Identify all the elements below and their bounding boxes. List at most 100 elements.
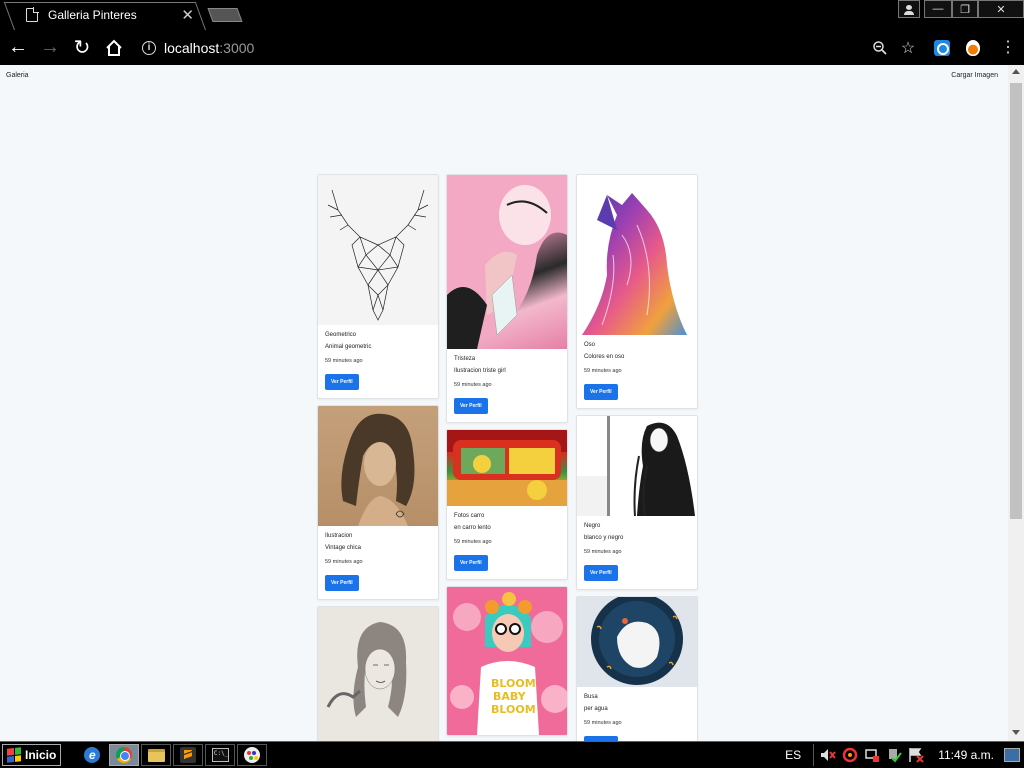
card-title: Geometrico (325, 332, 357, 338)
card-description: Vintage chica (325, 545, 361, 551)
window-controls: — ❐ ✕ (924, 0, 1024, 18)
browser-tabbar: Galleria Pinteres ✕ — ❐ ✕ (0, 0, 1024, 30)
card-timestamp: 59 minutes ago (454, 382, 492, 388)
maximize-button[interactable]: ❐ (952, 0, 978, 18)
action-center-flag-icon[interactable] (908, 747, 924, 763)
card-timestamp: 59 minutes ago (454, 539, 492, 545)
nav-link-cargar-imagen[interactable]: Cargar Imagen (951, 72, 998, 79)
card-description: en carro lento (454, 525, 491, 531)
close-window-button[interactable]: ✕ (978, 0, 1024, 18)
volume-muted-icon[interactable] (820, 747, 836, 763)
start-label: Inicio (25, 748, 57, 762)
paint-icon (244, 747, 261, 763)
antivirus-icon[interactable] (842, 747, 858, 763)
forward-arrow-icon[interactable]: → (36, 34, 64, 62)
svg-text:BLOOM: BLOOM (491, 703, 536, 716)
taskbar-clock[interactable]: 11:49 a.m. (938, 748, 994, 762)
tab-title: Galleria Pinteres (48, 8, 137, 22)
page-icon (26, 7, 39, 22)
ver-perfil-button[interactable]: Ver Perfil (584, 384, 618, 400)
pencil-sketch-woman-image[interactable] (318, 607, 438, 741)
browser-toolbar: ← → ↻ i localhost:3000 ☆ ⋮ (0, 30, 1024, 65)
card-description: Animal geometric (325, 344, 372, 350)
ver-perfil-button[interactable]: Ver Perfil (325, 575, 359, 591)
card-title: Tristeza (454, 356, 476, 362)
simpsons-car-image[interactable] (447, 430, 567, 506)
zoom-icon[interactable] (868, 36, 892, 60)
card-title: Negro (584, 523, 601, 529)
home-icon[interactable] (100, 34, 128, 62)
card-description: blanco y negro (584, 535, 624, 541)
svg-text:BLOOM: BLOOM (491, 677, 536, 690)
chrome-taskbar-button[interactable] (109, 744, 140, 766)
card-timestamp: 59 minutes ago (584, 720, 622, 726)
ver-perfil-button[interactable]: Ver Perfil (584, 565, 618, 581)
new-tab-button[interactable] (207, 8, 243, 22)
colorful-wolf-image[interactable] (577, 175, 697, 335)
show-desktop-button[interactable] (1004, 748, 1020, 762)
explorer-taskbar-button[interactable] (141, 744, 172, 766)
internet-explorer-icon: e (84, 747, 101, 763)
ver-perfil-button[interactable]: Ver Perfil (325, 374, 359, 390)
card-title: Fotos carro (454, 513, 485, 519)
card-timestamp: 59 minutes ago (325, 358, 363, 364)
bloom-baby-bloom-image[interactable]: BLOOM BABY BLOOM (447, 587, 567, 735)
gallery-card: Busa per agua 59 minutes ago Ver Perfil (576, 596, 698, 741)
info-icon[interactable]: i (142, 40, 156, 55)
os-taskbar: Inicio e C:\_ ES 11:49 a.m. (0, 741, 1024, 768)
gallery-card: Ilustracion Vintage chica 59 minutes ago… (317, 405, 439, 600)
windows-logo-icon (7, 747, 21, 763)
reload-icon[interactable]: ↻ (68, 34, 96, 62)
page-scrollbar[interactable] (1008, 65, 1024, 741)
gallery-card (317, 606, 439, 741)
chrome-icon (116, 747, 133, 763)
svg-text:BABY: BABY (493, 690, 527, 703)
safely-remove-icon[interactable] (886, 747, 902, 763)
card-title: Ilustracion (325, 533, 353, 539)
gallery-card: BLOOM BABY BLOOM (446, 586, 568, 736)
minimize-button[interactable]: — (924, 0, 952, 18)
network-alert-icon[interactable] (864, 747, 880, 763)
menu-icon[interactable]: ⋮ (1000, 39, 1016, 56)
gallery-card: Oso Colores en oso 59 minutes ago Ver Pe… (576, 174, 698, 409)
scroll-thumb[interactable] (1010, 83, 1022, 519)
internet-explorer-launcher[interactable]: e (77, 744, 107, 766)
browser-tab-content[interactable]: Galleria Pinteres ✕ (22, 2, 202, 28)
scroll-up-arrow-icon[interactable] (1012, 69, 1020, 74)
tab-close-icon[interactable]: ✕ (181, 6, 194, 24)
girl-hair-portrait-image[interactable] (318, 406, 438, 526)
gallery-card: Geometrico Animal geometric 59 minutes a… (317, 174, 439, 399)
ver-perfil-button[interactable]: Ver Perfil (454, 398, 488, 414)
page-viewport: Galeria Cargar Imagen Geometrico Animal … (0, 65, 1024, 741)
card-title: Oso (584, 342, 596, 348)
card-title: Busa (584, 694, 598, 700)
cmd-taskbar-button[interactable]: C:\_ (205, 744, 236, 766)
start-button[interactable]: Inicio (2, 744, 62, 766)
command-prompt-icon: C:\_ (211, 748, 229, 762)
card-timestamp: 59 minutes ago (584, 368, 622, 374)
space-astronaut-image[interactable] (577, 597, 697, 687)
url-text[interactable]: localhost:3000 (164, 40, 254, 56)
extension-chat-icon[interactable] (934, 39, 950, 56)
system-tray: ES 11:49 a.m. (785, 742, 1024, 768)
card-timestamp: 59 minutes ago (584, 549, 622, 555)
pink-hair-girl-image[interactable] (447, 175, 567, 349)
user-icon[interactable] (898, 0, 920, 18)
sublime-taskbar-button[interactable] (173, 744, 204, 766)
folder-icon (147, 748, 165, 762)
address-bar[interactable]: i localhost:3000 (142, 34, 864, 62)
nav-link-galeria[interactable]: Galeria (6, 72, 29, 79)
scroll-down-arrow-icon[interactable] (1012, 730, 1020, 735)
bw-girl-hair-image[interactable] (577, 416, 697, 516)
card-description: Ilustracion triste girl (454, 368, 506, 374)
language-indicator[interactable]: ES (785, 748, 801, 762)
paint-taskbar-button[interactable] (237, 744, 268, 766)
gallery-card: Negro blanco y negro 59 minutes ago Ver … (576, 415, 698, 590)
back-arrow-icon[interactable]: ← (4, 34, 32, 62)
extension-orange-icon[interactable] (966, 39, 980, 56)
ver-perfil-button[interactable]: Ver Perfil (454, 555, 488, 571)
card-description: per agua (584, 706, 608, 712)
card-description: Colores en oso (584, 354, 625, 360)
deer-geometric-image[interactable] (318, 175, 438, 325)
bookmark-star-icon[interactable]: ☆ (896, 36, 920, 60)
